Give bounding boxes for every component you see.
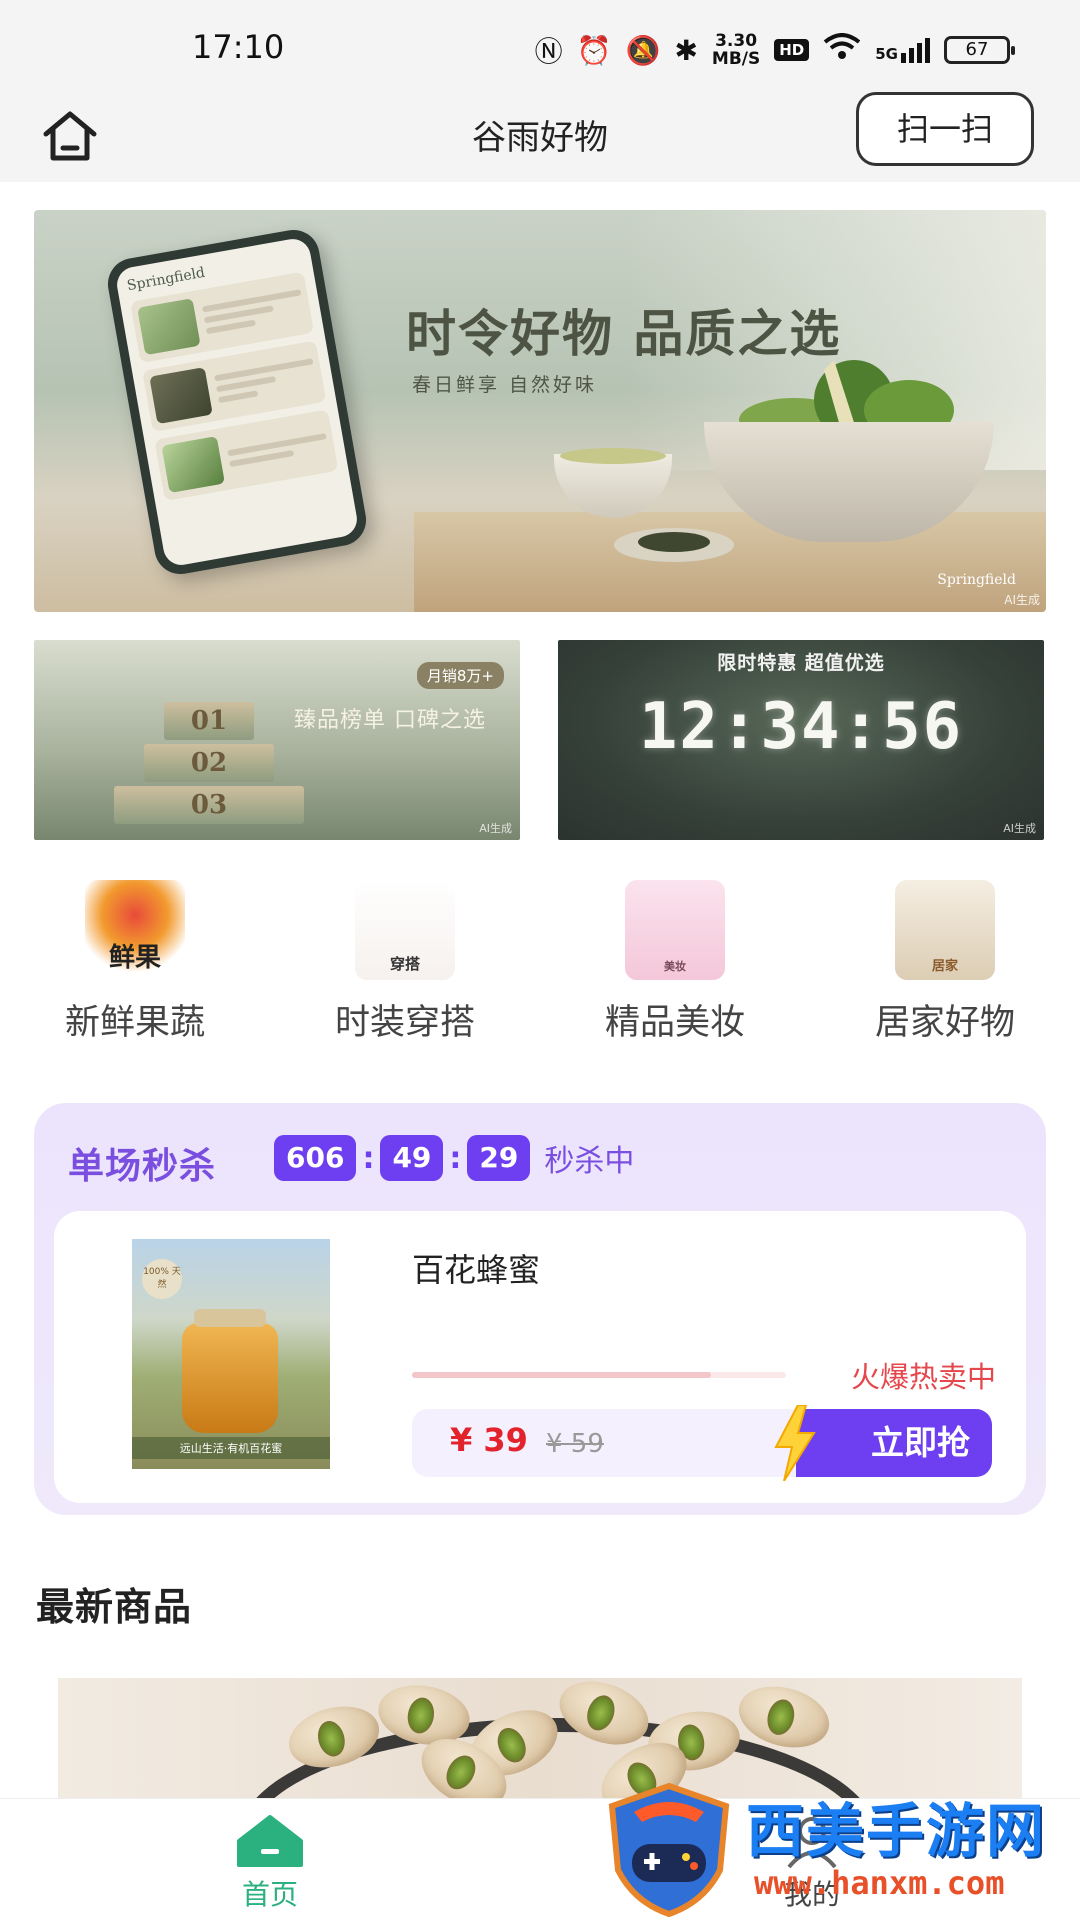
lightning-icon: [774, 1405, 816, 1481]
category-label: 新鲜果蔬: [64, 1003, 205, 1043]
timer-minutes: 49: [380, 1135, 444, 1181]
home-tab-icon: [237, 1815, 303, 1867]
category-fashion[interactable]: 穿搭 时装穿搭: [270, 880, 540, 1045]
latest-section-title: 最新商品: [36, 1585, 193, 1629]
nav-home[interactable]: 首页: [170, 1813, 370, 1913]
honey-product-image[interactable]: 100% 天然 远山生活·有机百花蜜: [132, 1239, 330, 1469]
hot-sale-label: 火爆热卖中: [850, 1360, 996, 1394]
scan-button[interactable]: 扫一扫: [856, 92, 1034, 166]
natural-seal: 100% 天然: [142, 1259, 182, 1299]
honey-jar: [182, 1309, 278, 1433]
category-label: 居家好物: [874, 1003, 1015, 1043]
grab-now-label: 立即抢: [871, 1423, 970, 1462]
rank-2: 02: [144, 744, 274, 782]
sales-progress-bar: [412, 1372, 786, 1378]
status-icons: Ⓝ ⏰ 🔕 ✱ 3.30 MB/S HD 5G 67: [534, 30, 1015, 70]
flash-sale-section: 单场秒杀 606 : 49 : 29 秒杀中 100% 天然 远山生活·有机百花…: [34, 1103, 1046, 1515]
network-speed: 3.30 MB/S: [711, 31, 761, 69]
cosmetics-icon: 美妆: [625, 880, 725, 980]
ai-generated-tag: AI生成: [479, 822, 512, 835]
sale-price: ¥ 39: [450, 1421, 528, 1459]
timer-separator: :: [449, 1140, 462, 1176]
watermark-text: 西美手游网: [746, 1797, 1047, 1865]
category-home[interactable]: 居家 居家好物: [810, 880, 1080, 1045]
alarm-icon: ⏰: [576, 33, 612, 67]
battery-indicator: 67: [944, 36, 1015, 64]
hero-banner[interactable]: Springfield 时令好物 品质之选 春日鲜享 自然好味 Springfi…: [34, 210, 1046, 612]
mute-icon: 🔕: [625, 33, 661, 67]
status-bar: 17:10 Ⓝ ⏰ 🔕 ✱ 3.30 MB/S HD 5G 67: [0, 0, 1080, 96]
wooden-table: [414, 512, 1046, 612]
flash-sale-product-card[interactable]: 100% 天然 远山生活·有机百花蜜 百花蜂蜜 火爆热卖中 ¥ 39 ¥ 59 …: [54, 1211, 1026, 1503]
app-header: 谷雨好物 扫一扫: [0, 92, 1080, 182]
timer-separator: :: [362, 1140, 375, 1176]
nav-home-label: 首页: [241, 1878, 298, 1911]
timer-hours: 606: [274, 1135, 357, 1181]
flash-sale-title: 单场秒杀: [68, 1146, 217, 1187]
phone-mockup: Springfield: [103, 225, 371, 579]
clothing-rack-icon: 穿搭: [355, 880, 455, 980]
cell-signal-icon: 5G: [875, 37, 930, 63]
sofa-icon: 居家: [895, 880, 995, 980]
offer-title: 限时特惠 超值优选: [717, 652, 885, 674]
wifi-icon: [823, 32, 861, 68]
hero-brand: Springfield: [937, 572, 1016, 588]
fruit-basket-icon: 鲜果: [85, 880, 185, 980]
limited-offer-banner[interactable]: 限时特惠 超值优选 12:34:56 AI生成: [558, 640, 1044, 840]
flash-sale-timer: 606 : 49 : 29 秒杀中: [274, 1135, 634, 1181]
ai-generated-tag: AI生成: [1003, 822, 1036, 835]
product-image-caption: 远山生活·有机百花蜜: [132, 1437, 330, 1459]
category-label: 时装穿搭: [334, 1003, 475, 1043]
watermark-url: www.hanxm.com: [754, 1864, 1005, 1902]
ranking-title: 臻品榜单 口碑之选: [294, 708, 486, 733]
site-watermark: 西美手游网 www.hanxm.com: [604, 1782, 1080, 1920]
offer-countdown: 12:34:56: [638, 690, 964, 764]
tea-cup: [554, 448, 672, 518]
tea-leaf-dish: [614, 528, 734, 562]
category-beauty[interactable]: 美妆 精品美妆: [540, 880, 810, 1045]
original-price: ¥ 59: [546, 1429, 604, 1459]
category-label: 精品美妆: [604, 1003, 745, 1043]
nfc-icon: Ⓝ: [534, 35, 563, 68]
price-bar: ¥ 39 ¥ 59 立即抢: [412, 1405, 992, 1481]
hd-badge: HD: [774, 39, 810, 61]
pistachio-product-image[interactable]: [58, 1678, 1022, 1798]
product-name: 百花蜂蜜: [412, 1251, 541, 1289]
category-row: 鲜果 新鲜果蔬 穿搭 时装穿搭 美妆 精品美妆 居家 居家好物: [0, 880, 1080, 1060]
hero-subheading: 春日鲜享 自然好味: [412, 374, 598, 396]
bluetooth-icon: ✱: [674, 33, 698, 67]
ai-generated-tag: AI生成: [1004, 593, 1040, 607]
sales-progress-fill: [412, 1372, 712, 1378]
rank-1: 01: [164, 702, 254, 740]
status-time: 17:10: [192, 28, 285, 66]
timer-seconds: 29: [467, 1135, 531, 1181]
gamepad-shield-icon: [608, 1782, 730, 1918]
grab-now-button[interactable]: 立即抢: [774, 1405, 992, 1481]
ranking-banner[interactable]: 月销8万+ 臻品榜单 口碑之选 01 02 03 AI生成: [34, 640, 520, 840]
category-fresh[interactable]: 鲜果 新鲜果蔬: [0, 880, 270, 1045]
sales-badge: 月销8万+: [416, 662, 504, 689]
rank-3: 03: [114, 786, 304, 824]
flash-sale-status: 秒杀中: [544, 1144, 635, 1179]
app-screen: 17:10 Ⓝ ⏰ 🔕 ✱ 3.30 MB/S HD 5G 67 谷雨好物 扫一…: [0, 0, 1080, 1920]
